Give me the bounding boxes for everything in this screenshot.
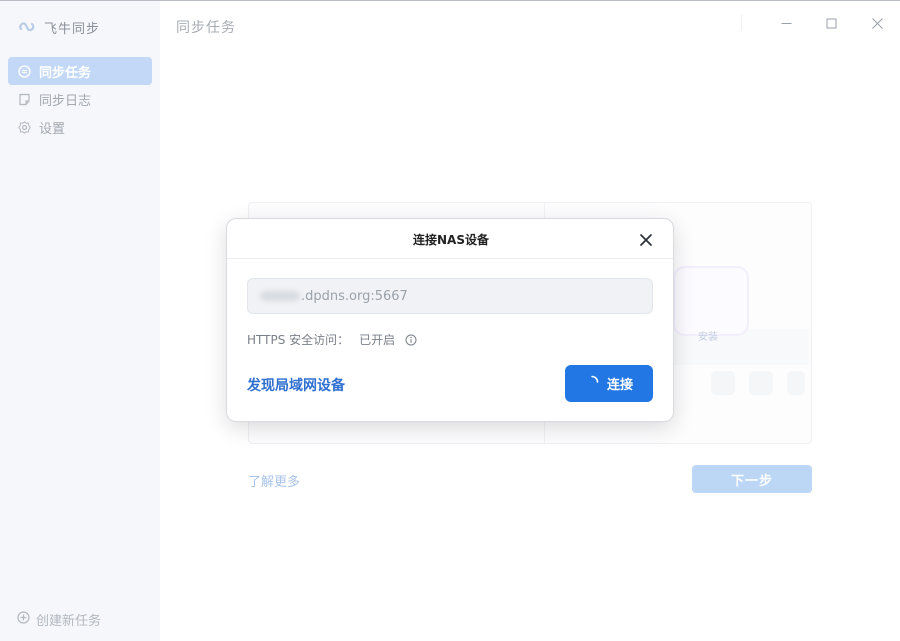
https-access-row: HTTPS 安全访问： 已开启: [247, 331, 417, 348]
maximize-button[interactable]: [822, 14, 840, 32]
close-icon: [640, 231, 652, 250]
sidebar-item-label: 同步任务: [39, 65, 92, 81]
next-step-button[interactable]: 下一步: [692, 465, 812, 493]
sidebar-item-sync-tasks[interactable]: 同步任务: [8, 57, 152, 85]
sidebar: 飞牛同步 同步任务 同步日志 设置 创建新任务: [0, 1, 160, 641]
sidebar-item-settings[interactable]: 设置: [8, 113, 152, 141]
illustration-tile: [711, 371, 735, 395]
window-close-button[interactable]: [868, 14, 886, 32]
titlebar-divider: [741, 15, 742, 31]
address-suffix: .dpdns.org:5667: [301, 288, 408, 304]
dialog-close-button[interactable]: [637, 231, 655, 249]
illustration-tile: [749, 371, 773, 395]
discover-lan-devices-link[interactable]: 发现局域网设备: [247, 375, 345, 395]
connect-nas-dialog: 连接NAS设备 .dpdns.org:5667 HTTPS 安全访问： 已开启 …: [226, 218, 674, 422]
app-name: 飞牛同步: [44, 21, 101, 37]
app-logo-icon: [18, 20, 36, 34]
redacted-host: [260, 291, 300, 301]
plus-circle-icon: [17, 611, 30, 628]
illustration-tile: [787, 371, 805, 395]
minimize-icon: [781, 14, 792, 33]
illustration-label: 安装: [698, 332, 718, 343]
nas-address-input[interactable]: .dpdns.org:5667: [247, 278, 653, 314]
minimize-button[interactable]: [777, 14, 795, 32]
create-task-button[interactable]: 创建新任务: [17, 610, 101, 629]
dialog-divider: [227, 258, 673, 259]
illustration-frame: [673, 266, 749, 336]
https-status: 已开启: [359, 333, 396, 347]
sidebar-item-label: 同步日志: [39, 93, 92, 109]
gear-icon: [18, 120, 31, 134]
close-icon: [871, 14, 883, 33]
sidebar-item-sync-log[interactable]: 同步日志: [8, 85, 152, 113]
sidebar-item-label: 设置: [39, 121, 66, 137]
app-brand: 飞牛同步: [18, 17, 100, 37]
create-task-label: 创建新任务: [36, 614, 102, 629]
log-note-icon: [18, 93, 31, 106]
page-title: 同步任务: [176, 20, 236, 36]
sync-circle-icon: [18, 64, 31, 78]
dialog-title: 连接NAS设备: [413, 233, 489, 247]
loading-spinner-icon: [585, 375, 599, 393]
maximize-icon: [826, 14, 837, 33]
learn-more-link[interactable]: 了解更多: [248, 471, 300, 490]
info-icon[interactable]: [405, 334, 417, 346]
connect-label: 连接: [606, 378, 633, 393]
https-label: HTTPS 安全访问：: [247, 333, 350, 347]
connect-button[interactable]: 连接: [565, 365, 653, 402]
